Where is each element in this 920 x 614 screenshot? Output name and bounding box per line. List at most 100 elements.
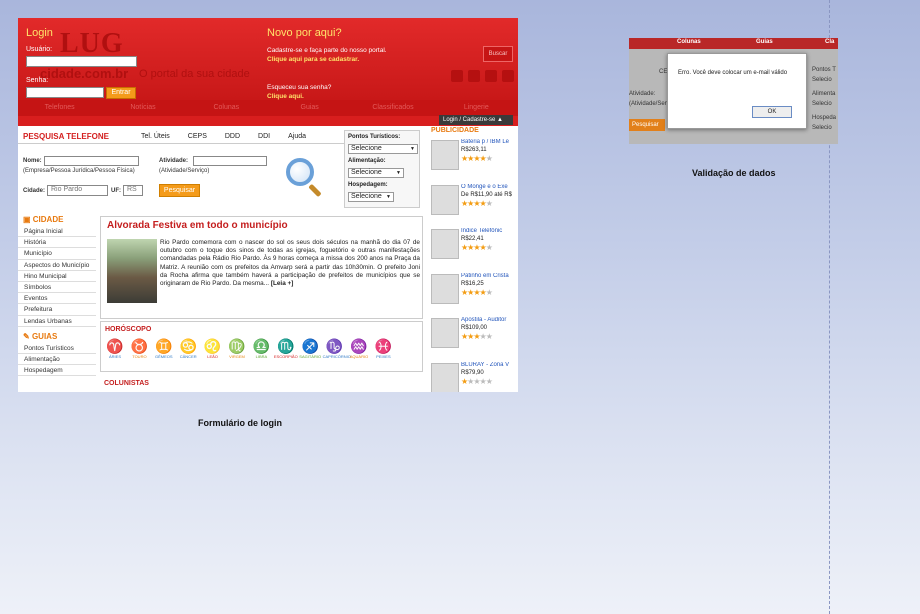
bg-text-selecione-2: Selecio [812, 101, 832, 107]
article-photo [107, 239, 157, 303]
turisticos-select[interactable]: Selecione [348, 144, 418, 154]
sidebar-item-cidade[interactable]: Município [18, 248, 96, 260]
article-title[interactable]: Alvorada Festiva em todo o município [107, 220, 288, 231]
horoscope-sign[interactable]: ♓ PEIXES [371, 338, 395, 359]
product-name[interactable]: O Monge e o Exe [461, 184, 517, 190]
product-price: R$16,25 [461, 280, 484, 287]
product-name[interactable]: Bateria p / IBM Le [461, 139, 517, 145]
product-item[interactable]: Índice Telefônic R$22,41 ★★★★★ [427, 226, 518, 268]
nome-input[interactable] [44, 156, 139, 166]
tab-ajuda[interactable]: Ajuda [288, 133, 306, 140]
right-nav-guias[interactable]: Guias [756, 39, 773, 45]
facebook-icon[interactable] [451, 70, 463, 82]
product-image[interactable] [431, 229, 459, 259]
google-icon[interactable] [485, 70, 497, 82]
product-item[interactable]: O Monge e o Exe De R$11,90 até R$ ★★★★★ [427, 182, 518, 224]
sidebar-item-cidade[interactable]: Página Inicial [18, 226, 96, 238]
horoscope-sign[interactable]: ♏ ESCORPIÃO [274, 338, 298, 359]
entrar-button[interactable]: Entrar [106, 87, 136, 99]
nav-guias[interactable]: Guias [268, 100, 351, 116]
cidade-input[interactable]: Rio Pardo [47, 185, 108, 196]
sidebar-item-cidade[interactable]: Hino Municipal [18, 271, 96, 282]
login-cadastre-tab[interactable]: Login / Cadastre-se ▲ [439, 115, 513, 125]
product-item[interactable]: BLURAY - Zona V R$79,90 ★★★★★ [427, 360, 518, 392]
usuario-input[interactable] [26, 56, 137, 67]
sidebar-item-guias[interactable]: Alimentação [18, 354, 96, 366]
product-name[interactable]: Índice Telefônic [461, 228, 517, 234]
error-dialog: Erro. Você deve colocar um e-mail válido… [667, 53, 807, 129]
product-item[interactable]: Patinho em Crista R$16,25 ★★★★★ [427, 271, 518, 313]
bg-pesquisar-button: Pesquisar [629, 119, 665, 131]
sidebar-item-cidade[interactable]: História [18, 237, 96, 249]
zodiac-icon: ♋ [179, 338, 197, 354]
horoscope-sign[interactable]: ♐ SAGITÁRIO [298, 338, 322, 359]
bg-text-selecione-3: Selecio [812, 125, 832, 131]
product-item[interactable]: Bateria p / IBM Le R$263,11 ★★★★★ [427, 137, 518, 179]
product-image[interactable] [431, 318, 459, 348]
horoscope-sign[interactable]: ♉ TOURO [127, 338, 151, 359]
login-title: Login [26, 27, 53, 39]
sidebar-item-guias[interactable]: Hospedagem [18, 365, 96, 377]
product-name[interactable]: BLURAY - Zona V [461, 362, 517, 368]
nav-colunas[interactable]: Colunas [185, 100, 268, 116]
horoscope-sign[interactable]: ♎ LIBRA [249, 338, 273, 359]
turisticos-label: Pontos Turísticos: [348, 134, 401, 140]
horoscope-sign[interactable]: ♈ ÁRIES [103, 338, 127, 359]
sidebar-item-cidade[interactable]: Prefeitura [18, 304, 96, 316]
tab-ddd[interactable]: DDD [225, 133, 240, 140]
buscar-button[interactable]: Buscar [483, 46, 513, 62]
product-image[interactable] [431, 362, 459, 392]
product-price: De R$11,90 até R$ [461, 191, 512, 198]
sidebar-item-cidade[interactable]: Aspectos do Município [18, 260, 96, 271]
product-rating: ★★★★★ [461, 154, 493, 163]
ok-button[interactable]: OK [752, 106, 792, 118]
orkut-icon[interactable] [468, 70, 480, 82]
bg-text-selecione-1: Selecio [812, 77, 832, 83]
tab-tel-uteis[interactable]: Tel. Úteis [141, 133, 170, 140]
caption-login: Formulário de login [198, 418, 283, 428]
nav-classificados[interactable]: Classificados [351, 100, 434, 116]
horoscope-sign[interactable]: ♍ VIRGEM [225, 338, 249, 359]
zodiac-name: LEÃO [207, 354, 218, 359]
product-image[interactable] [431, 273, 459, 304]
bg-text-pontos: Pontos T [812, 67, 836, 73]
horoscope-sign[interactable]: ♌ LEÃO [201, 338, 225, 359]
right-nav-colunas[interactable]: Colunas [677, 39, 701, 45]
bg-text-atividade: Atividade: [629, 91, 656, 97]
product-item[interactable]: Apostila - Auditor R$109,00 ★★★★★ [427, 315, 518, 357]
uf-input[interactable]: RS [123, 185, 143, 196]
pesquisar-button[interactable]: Pesquisar [159, 184, 200, 197]
esqueceu-text: Esqueceu sua senha? [267, 84, 332, 91]
sidebar-item-cidade[interactable]: Símbolos [18, 282, 96, 294]
hospedagem-select[interactable]: Selecione [348, 192, 394, 202]
nav-telefones[interactable]: Telefones [18, 100, 101, 116]
product-image[interactable] [431, 184, 459, 215]
tab-ddi[interactable]: DDI [258, 133, 270, 140]
magnifier-icon [286, 158, 314, 186]
horoscope-sign[interactable]: ♑ CAPRICÓRNIO [323, 338, 351, 359]
colunistas-title: COLUNISTAS [104, 380, 149, 387]
star-icon: ★ [485, 287, 493, 297]
right-nav-cla[interactable]: Cla [825, 39, 834, 45]
sidebar-item-cidade[interactable]: Lendas Urbanas [18, 316, 96, 327]
sidebar-item-guias[interactable]: Pontos Turísticos [18, 343, 96, 354]
product-name[interactable]: Patinho em Crista [461, 273, 517, 279]
product-image[interactable] [431, 140, 459, 170]
horoscope-sign[interactable]: ♊ GÊMEOS [152, 338, 176, 359]
alimentacao-select[interactable]: Selecione [348, 168, 404, 178]
rss-icon[interactable] [502, 70, 514, 82]
product-price: R$22,41 [461, 236, 484, 242]
nav-noticias[interactable]: Notícias [101, 100, 184, 116]
tab-ceps[interactable]: CEPS [188, 133, 207, 140]
sidebar-item-cidade[interactable]: Eventos [18, 293, 96, 305]
cadastre-link[interactable]: Clique aqui para se cadastrar. [267, 55, 387, 64]
product-name[interactable]: Apostila - Auditor [461, 317, 517, 323]
news-article: Alvorada Festiva em todo o município Rio… [100, 216, 423, 319]
horoscope-sign[interactable]: ♋ CÂNCER [176, 338, 200, 359]
horoscope-sign[interactable]: ♒ AQUÁRIO [347, 338, 371, 359]
senha-input[interactable] [26, 87, 104, 98]
nav-lingerie[interactable]: Lingerie [435, 100, 518, 116]
star-icon: ★ [485, 243, 493, 252]
leia-mais-link[interactable]: [Leia +] [271, 280, 294, 287]
atividade-input[interactable] [193, 156, 267, 166]
